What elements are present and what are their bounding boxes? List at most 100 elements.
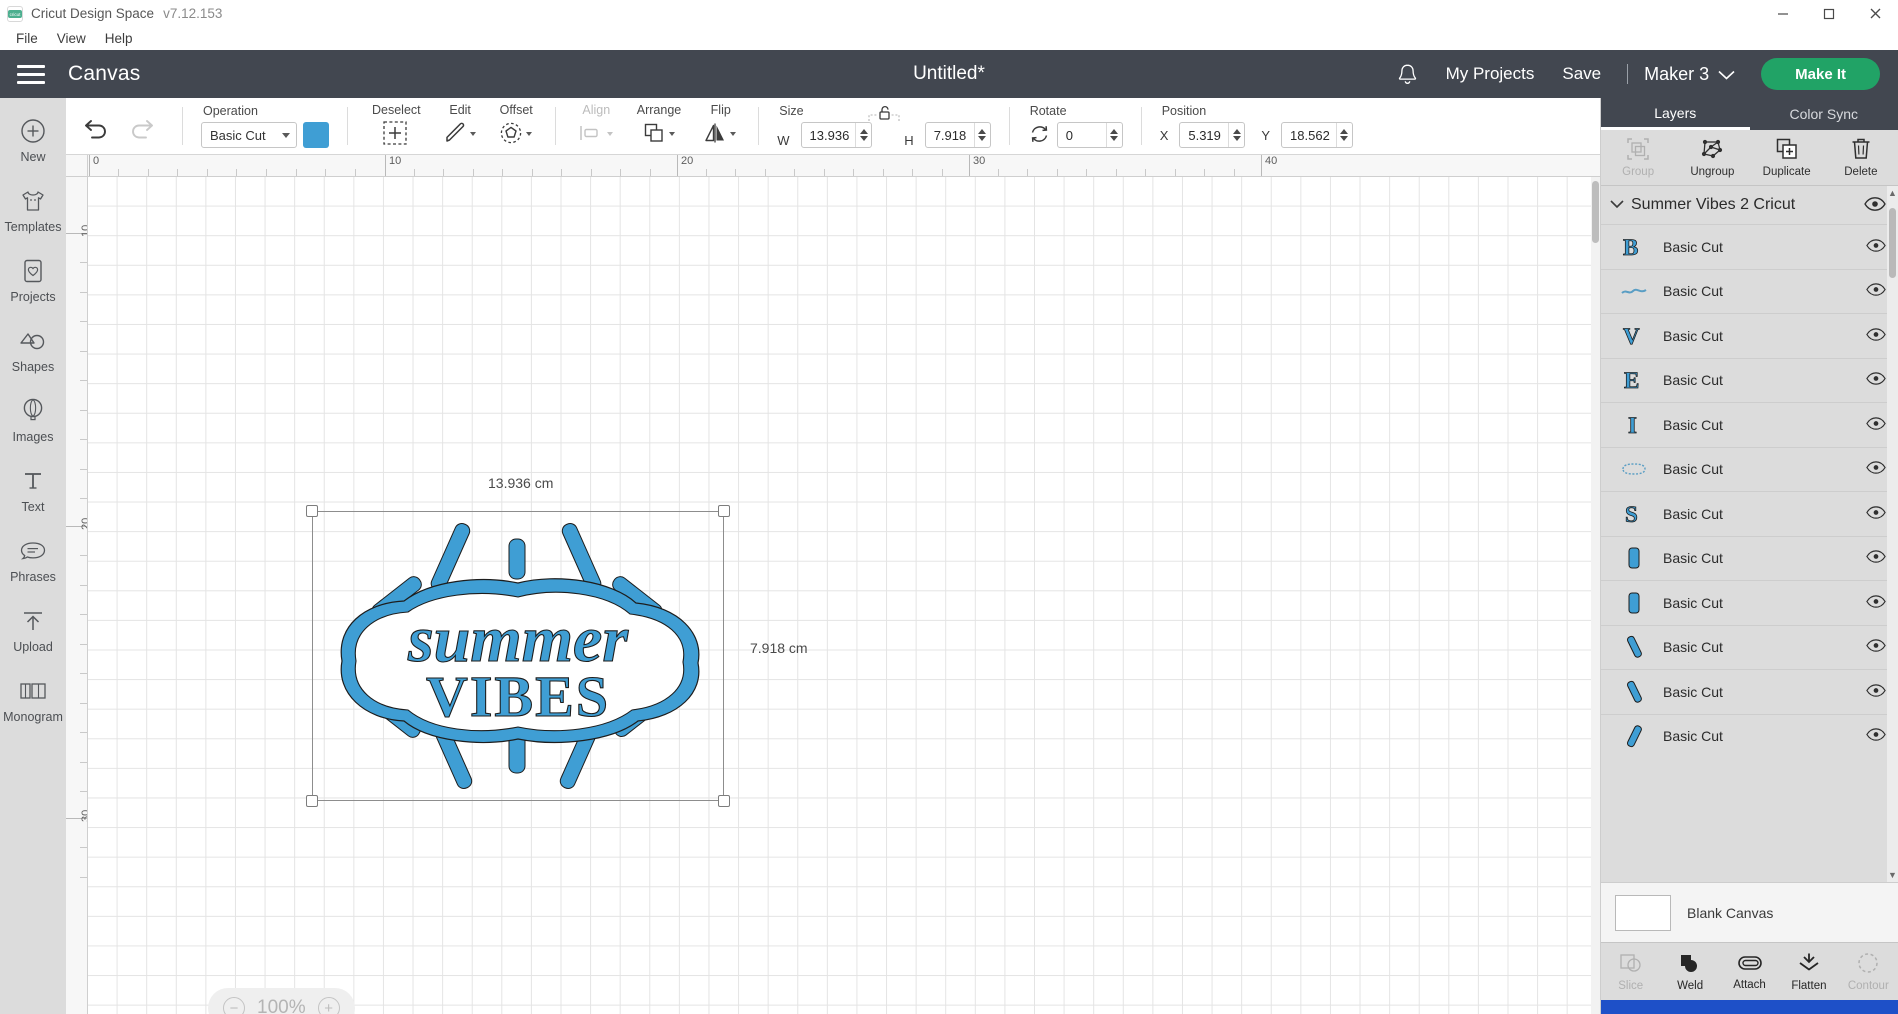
position-x-input[interactable]: 5.319 <box>1179 122 1246 148</box>
layer-row[interactable]: Basic Cut <box>1601 535 1898 581</box>
machine-selector[interactable]: Maker 3 <box>1640 64 1745 85</box>
align-button <box>578 120 613 148</box>
delete-button[interactable]: Delete <box>1824 137 1898 178</box>
summer-vibes-artwork[interactable]: summer VIBES <box>312 511 724 801</box>
layer-row[interactable]: V Basic Cut <box>1601 313 1898 358</box>
tab-layers[interactable]: Layers <box>1601 98 1750 130</box>
sidebar-item-images[interactable]: Images <box>0 396 66 444</box>
flatten-button[interactable]: Flatten <box>1779 952 1838 992</box>
menu-view[interactable]: View <box>48 28 95 49</box>
layer-row[interactable]: S Basic Cut <box>1601 491 1898 536</box>
weld-button[interactable]: Weld <box>1660 952 1719 992</box>
canvas-grid[interactable]: 13.936 cm 7.918 cm summer VIBES − 100% + <box>88 177 1600 1014</box>
rotate-icon[interactable] <box>1028 123 1051 148</box>
letter-b-thumb: B <box>1619 232 1649 262</box>
canvas-material-row[interactable]: Blank Canvas <box>1601 882 1898 942</box>
my-projects-link[interactable]: My Projects <box>1432 64 1549 84</box>
arrange-button[interactable] <box>642 120 675 148</box>
eye-icon[interactable] <box>1866 417 1886 433</box>
eye-icon[interactable] <box>1866 372 1886 388</box>
layer-row[interactable]: Basic Cut <box>1601 669 1898 714</box>
canvas-vertical-scrollbar[interactable] <box>1591 177 1600 1014</box>
eye-icon[interactable] <box>1866 639 1886 655</box>
eye-icon[interactable] <box>1866 328 1886 344</box>
layer-group-row[interactable]: Summer Vibes 2 Cricut <box>1601 186 1898 224</box>
sidebar-item-projects[interactable]: Projects <box>0 256 66 304</box>
layers-list[interactable]: Summer Vibes 2 Cricut B Basic Cut Basic … <box>1601 186 1898 882</box>
canvas-area[interactable]: 0 10 20 30 40 10 20 30 13.936 cm 7.918 c… <box>66 155 1600 1014</box>
zoom-control[interactable]: − 100% + <box>208 988 355 1014</box>
edit-button[interactable] <box>443 120 476 148</box>
layer-row[interactable]: Basic Cut <box>1601 446 1898 492</box>
sidebar-item-monogram[interactable]: Monogram <box>0 676 66 724</box>
position-y-input[interactable]: 18.562 <box>1281 122 1353 148</box>
height-stepper[interactable] <box>973 123 990 147</box>
operation-color-swatch[interactable] <box>303 122 329 148</box>
eye-icon[interactable] <box>1866 684 1886 700</box>
app-title: Cricut Design Space <box>31 6 155 21</box>
layer-row[interactable]: Basic Cut <box>1601 268 1898 314</box>
eye-icon[interactable] <box>1866 595 1886 611</box>
deselect-button[interactable] <box>382 120 408 148</box>
offset-button[interactable] <box>499 120 532 148</box>
save-button[interactable]: Save <box>1548 64 1615 84</box>
maximize-button[interactable] <box>1806 0 1852 27</box>
undo-icon[interactable] <box>84 119 110 144</box>
toolbar-divider <box>554 107 556 145</box>
tab-color-sync[interactable]: Color Sync <box>1750 98 1898 130</box>
sidebar-item-shapes[interactable]: Shapes <box>0 326 66 374</box>
eye-icon[interactable] <box>1866 728 1886 744</box>
eye-icon[interactable] <box>1866 239 1886 255</box>
menu-help[interactable]: Help <box>96 28 142 49</box>
layer-row[interactable]: Basic Cut <box>1601 624 1898 670</box>
zoom-out-button[interactable]: − <box>223 997 245 1014</box>
position-x-stepper[interactable] <box>1228 123 1244 147</box>
layer-row[interactable]: B Basic Cut <box>1601 224 1898 269</box>
chevron-down-icon[interactable] <box>1609 198 1625 213</box>
sidebar-item-upload[interactable]: Upload <box>0 606 66 654</box>
eye-icon[interactable] <box>1866 461 1886 477</box>
scrollbar-thumb[interactable] <box>1889 208 1896 278</box>
rotate-stepper[interactable] <box>1105 123 1122 147</box>
eye-icon[interactable] <box>1866 550 1886 566</box>
eye-icon[interactable] <box>1866 283 1886 299</box>
position-y-stepper[interactable] <box>1335 123 1352 147</box>
scroll-up-arrow-icon[interactable]: ▲ <box>1888 188 1897 198</box>
duplicate-button[interactable]: Duplicate <box>1750 137 1824 178</box>
window-controls <box>1760 0 1898 27</box>
flip-button[interactable] <box>703 120 737 148</box>
eye-icon[interactable] <box>1864 196 1886 214</box>
menu-file[interactable]: File <box>7 28 47 49</box>
notifications-bell-icon[interactable] <box>1384 50 1432 98</box>
layer-row[interactable]: Basic Cut <box>1601 580 1898 625</box>
sidebar-item-new[interactable]: New <box>0 116 66 164</box>
rotate-input[interactable]: 0 <box>1056 122 1123 148</box>
rotate-label: Rotate <box>1029 104 1067 118</box>
minimize-button[interactable] <box>1760 0 1806 27</box>
ungroup-button[interactable]: Ungroup <box>1675 137 1749 178</box>
sidebar-item-text[interactable]: Text <box>0 466 66 514</box>
eye-icon[interactable] <box>1866 506 1886 522</box>
width-input[interactable]: 13.936 <box>800 122 873 148</box>
hamburger-menu-icon[interactable] <box>0 50 62 98</box>
canvas-color-swatch[interactable] <box>1615 894 1671 931</box>
scroll-down-arrow-icon[interactable]: ▼ <box>1888 870 1897 880</box>
attach-button[interactable]: Attach <box>1720 953 1779 991</box>
layer-row[interactable]: E Basic Cut <box>1601 357 1898 403</box>
layer-row[interactable]: Basic Cut <box>1601 713 1898 759</box>
aspect-lock-button[interactable] <box>865 105 903 125</box>
ruler-h-label: 40 <box>1265 155 1278 167</box>
slice-button: Slice <box>1601 952 1660 992</box>
operation-select[interactable]: Basic Cut <box>201 122 297 148</box>
height-input[interactable]: 7.918 <box>924 122 991 148</box>
layers-scrollbar[interactable]: ▲ ▼ <box>1887 186 1898 882</box>
duplicate-label: Duplicate <box>1762 166 1811 178</box>
sidebar-item-templates[interactable]: Templates <box>0 186 66 234</box>
attach-icon <box>1737 953 1763 976</box>
zoom-in-button[interactable]: + <box>317 997 340 1014</box>
width-stepper[interactable] <box>855 123 871 147</box>
sidebar-item-phrases[interactable]: Phrases <box>0 536 66 584</box>
make-it-button[interactable]: Make It <box>1761 58 1880 90</box>
layer-row[interactable]: I Basic Cut <box>1601 402 1898 447</box>
close-button[interactable] <box>1852 0 1898 27</box>
